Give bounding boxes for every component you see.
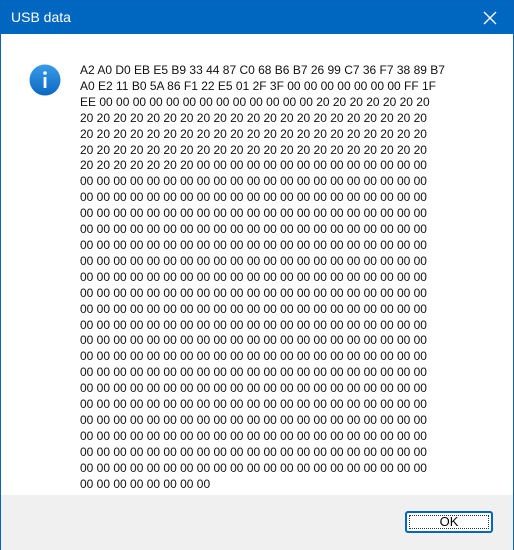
message-line: 00 00 00 00 00 00 00 00 00 00 00 00 00 0… bbox=[80, 301, 427, 316]
close-icon bbox=[483, 11, 497, 25]
message-line: 00 00 00 00 00 00 00 00 00 00 00 00 00 0… bbox=[80, 460, 427, 475]
message-line: 20 20 20 20 20 20 20 20 20 20 20 20 20 2… bbox=[80, 126, 427, 141]
message-line: 00 00 00 00 00 00 00 00 00 00 00 00 00 0… bbox=[80, 365, 427, 380]
message-line: 00 00 00 00 00 00 00 00 00 00 00 00 00 0… bbox=[80, 428, 427, 443]
message-line: 20 20 20 20 20 20 20 20 20 20 20 20 20 2… bbox=[80, 142, 427, 157]
message-line: 00 00 00 00 00 00 00 00 bbox=[80, 476, 211, 491]
message-line: 00 00 00 00 00 00 00 00 00 00 00 00 00 0… bbox=[80, 190, 427, 205]
message-line: 00 00 00 00 00 00 00 00 00 00 00 00 00 0… bbox=[80, 412, 427, 427]
message-line: 00 00 00 00 00 00 00 00 00 00 00 00 00 0… bbox=[80, 206, 427, 221]
message-line: 00 00 00 00 00 00 00 00 00 00 00 00 00 0… bbox=[80, 349, 427, 364]
message-line: 00 00 00 00 00 00 00 00 00 00 00 00 00 0… bbox=[80, 444, 427, 459]
message-line: 20 20 20 20 20 20 20 00 00 00 00 00 00 0… bbox=[80, 158, 427, 173]
message-text: A2 A0 D0 EB E5 B9 33 44 87 C0 68 B6 B7 2… bbox=[80, 63, 480, 492]
dialog-window: USB data A2 A0 D0 EB E5 B9 33 44 87 C0 6… bbox=[0, 0, 514, 550]
window-title: USB data bbox=[11, 9, 71, 25]
message-line: 00 00 00 00 00 00 00 00 00 00 00 00 00 0… bbox=[80, 222, 427, 237]
message-line: A0 E2 11 B0 5A 86 F1 22 E5 01 2F 3F 00 0… bbox=[80, 78, 437, 93]
info-icon bbox=[29, 64, 61, 96]
message-line: 00 00 00 00 00 00 00 00 00 00 00 00 00 0… bbox=[80, 285, 427, 300]
dialog-footer: OK bbox=[1, 495, 513, 550]
message-line: 00 00 00 00 00 00 00 00 00 00 00 00 00 0… bbox=[80, 253, 427, 268]
message-line: 00 00 00 00 00 00 00 00 00 00 00 00 00 0… bbox=[80, 381, 427, 396]
message-line: 00 00 00 00 00 00 00 00 00 00 00 00 00 0… bbox=[80, 333, 427, 348]
close-button[interactable] bbox=[467, 1, 513, 34]
message-line: 00 00 00 00 00 00 00 00 00 00 00 00 00 0… bbox=[80, 174, 427, 189]
message-line: A2 A0 D0 EB E5 B9 33 44 87 C0 68 B6 B7 2… bbox=[80, 63, 445, 77]
message-line: EE 00 00 00 00 00 00 00 00 00 00 00 00 0… bbox=[80, 94, 430, 109]
message-line: 20 20 20 20 20 20 20 20 20 20 20 20 20 2… bbox=[80, 110, 427, 125]
message-line: 00 00 00 00 00 00 00 00 00 00 00 00 00 0… bbox=[80, 269, 427, 284]
title-bar[interactable]: USB data bbox=[1, 1, 513, 34]
message-line: 00 00 00 00 00 00 00 00 00 00 00 00 00 0… bbox=[80, 237, 427, 252]
message-line: 00 00 00 00 00 00 00 00 00 00 00 00 00 0… bbox=[80, 397, 427, 412]
dialog-content: A2 A0 D0 EB E5 B9 33 44 87 C0 68 B6 B7 2… bbox=[1, 34, 513, 495]
ok-button[interactable]: OK bbox=[405, 511, 493, 533]
message-line: 00 00 00 00 00 00 00 00 00 00 00 00 00 0… bbox=[80, 317, 427, 332]
